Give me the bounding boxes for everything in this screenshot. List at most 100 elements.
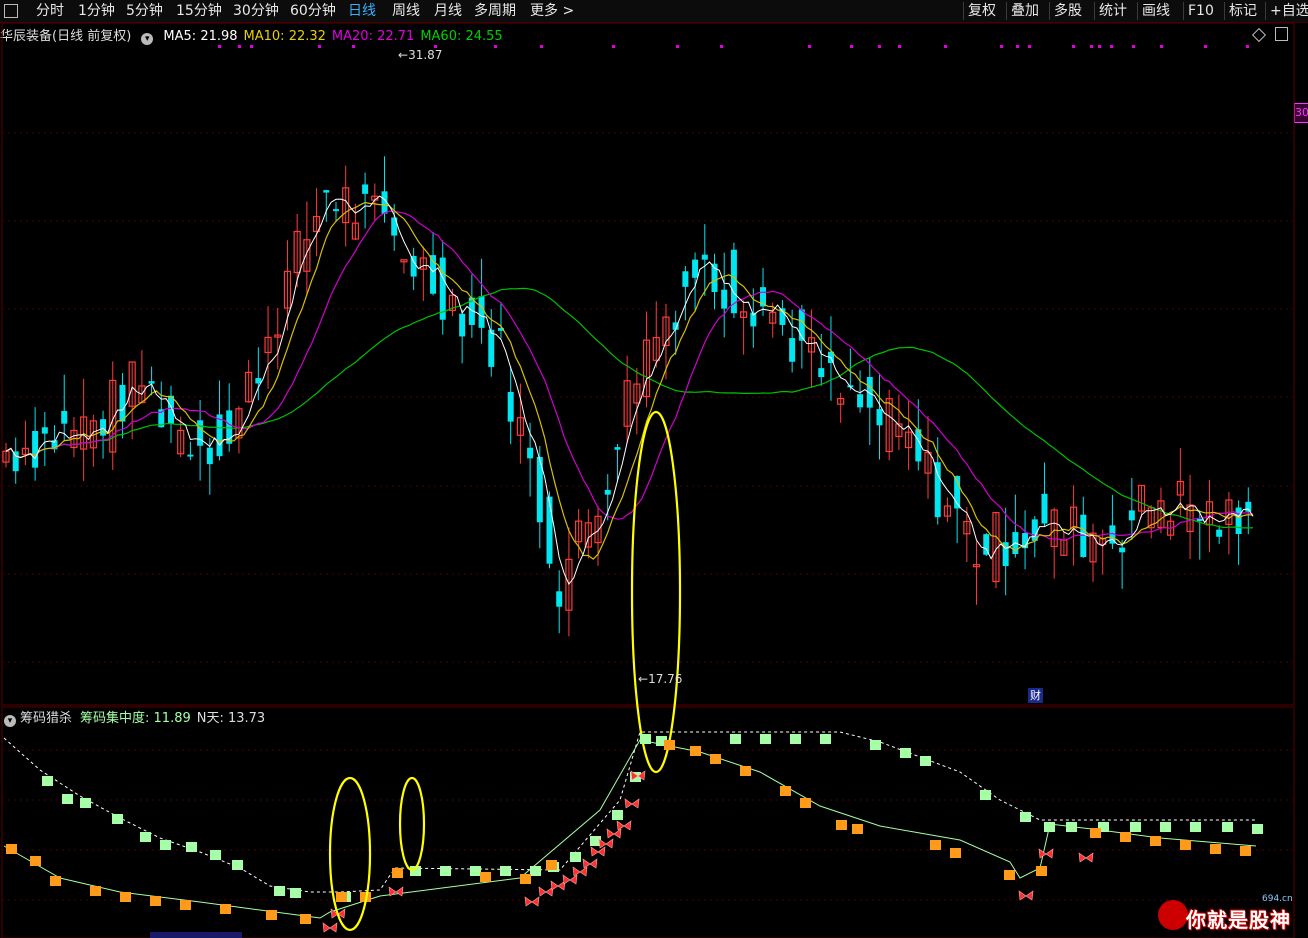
signal-dot: [218, 45, 221, 48]
candle-down: [1235, 507, 1242, 535]
candle-down: [507, 391, 514, 422]
orange-block: [852, 824, 863, 834]
signal-dot: [1132, 45, 1135, 48]
candle-down: [1216, 529, 1223, 537]
butterfly-icon: [562, 874, 578, 885]
candle-down: [216, 414, 223, 457]
candle-down: [187, 454, 194, 457]
signal-dot: [352, 45, 355, 48]
candle-down: [1041, 493, 1048, 524]
candle-down: [818, 368, 825, 378]
green-block: [1066, 822, 1077, 832]
signal-dot: [1246, 45, 1249, 48]
sub-settings-icon[interactable]: ▾: [4, 715, 16, 727]
orange-block: [150, 896, 161, 906]
orange-block: [1180, 840, 1191, 850]
orange-block: [6, 844, 17, 854]
orange-block: [836, 820, 847, 830]
green-block: [290, 888, 301, 898]
orange-block: [50, 876, 61, 886]
green-block: [80, 798, 91, 808]
sub-chart-header: ▾ 筹码猎杀 筹码集中度: 11.89 N天: 13.73: [0, 707, 265, 727]
green-block: [760, 734, 771, 744]
green-block: [1190, 822, 1201, 832]
signal-dot: [676, 45, 679, 48]
candle-down: [32, 430, 39, 468]
green-block: [530, 866, 541, 876]
orange-block: [546, 860, 557, 870]
green-block: [790, 734, 801, 744]
candle-down: [439, 257, 446, 320]
green-block: [210, 850, 221, 860]
orange-block: [1210, 844, 1221, 854]
candle-down: [604, 489, 611, 495]
orange-block: [1150, 836, 1161, 846]
panel-box-icon[interactable]: [1275, 27, 1288, 41]
candle-down: [857, 394, 864, 408]
orange-block: [336, 892, 347, 902]
green-block: [1044, 822, 1055, 832]
green-block: [1252, 824, 1263, 834]
candle-down: [488, 329, 495, 367]
main-frame: [1, 22, 1295, 706]
highlight-ellipse: [398, 776, 426, 872]
green-block: [920, 756, 931, 766]
candle-down: [701, 254, 708, 260]
signal-dot: [238, 45, 241, 48]
kline-chart[interactable]: [0, 0, 1308, 938]
green-block: [140, 832, 151, 842]
green-block: [42, 776, 53, 786]
low-price-label: ←17.76: [638, 672, 683, 686]
green-block: [820, 734, 831, 744]
candle-down: [119, 384, 126, 422]
candle-down: [323, 190, 330, 193]
signal-dot: [878, 45, 881, 48]
green-block: [274, 886, 285, 896]
candle-down: [682, 271, 689, 287]
candle-down: [41, 427, 48, 434]
green-block: [612, 810, 623, 820]
green-block: [900, 748, 911, 758]
watermark-text: 你就是股神: [1186, 908, 1291, 932]
orange-block: [300, 914, 311, 924]
butterfly-icon: [572, 866, 588, 877]
concentration-dotted-line: [3, 731, 1256, 893]
orange-block: [930, 840, 941, 850]
orange-block: [392, 868, 403, 878]
signal-dot: [1016, 45, 1019, 48]
green-block: [160, 840, 171, 850]
candle-down: [1245, 501, 1252, 512]
watermark-logo-icon: [1158, 900, 1188, 930]
orange-block: [520, 874, 531, 884]
signal-dot: [250, 45, 253, 48]
candle-down: [934, 462, 941, 518]
candle-down: [148, 381, 155, 384]
green-block: [470, 866, 481, 876]
green-block: [112, 814, 123, 824]
signal-dot: [540, 45, 543, 48]
green-block: [62, 794, 73, 804]
signal-dot: [1098, 45, 1101, 48]
orange-block: [664, 740, 675, 750]
green-block: [186, 842, 197, 852]
green-block: [870, 740, 881, 750]
green-block: [1130, 822, 1141, 832]
orange-block: [740, 766, 751, 776]
orange-block: [1240, 846, 1251, 856]
orange-block: [266, 910, 277, 920]
green-block: [440, 866, 451, 876]
orange-block: [690, 746, 701, 756]
candle-down: [1196, 518, 1203, 522]
sub-indicator-title[interactable]: 筹码猎杀: [20, 711, 72, 726]
signal-dot: [720, 45, 723, 48]
green-block: [730, 734, 741, 744]
butterfly-icon: [606, 828, 622, 839]
candle-down: [1128, 510, 1135, 521]
financial-report-badge[interactable]: 财: [1028, 688, 1043, 703]
candle-down: [876, 409, 883, 426]
butterfly-icon: [598, 838, 614, 849]
green-block: [1020, 812, 1031, 822]
highlight-ellipse: [630, 410, 682, 774]
orange-block: [180, 900, 191, 910]
watermark: 你就是股神 694.cn: [1158, 894, 1306, 936]
